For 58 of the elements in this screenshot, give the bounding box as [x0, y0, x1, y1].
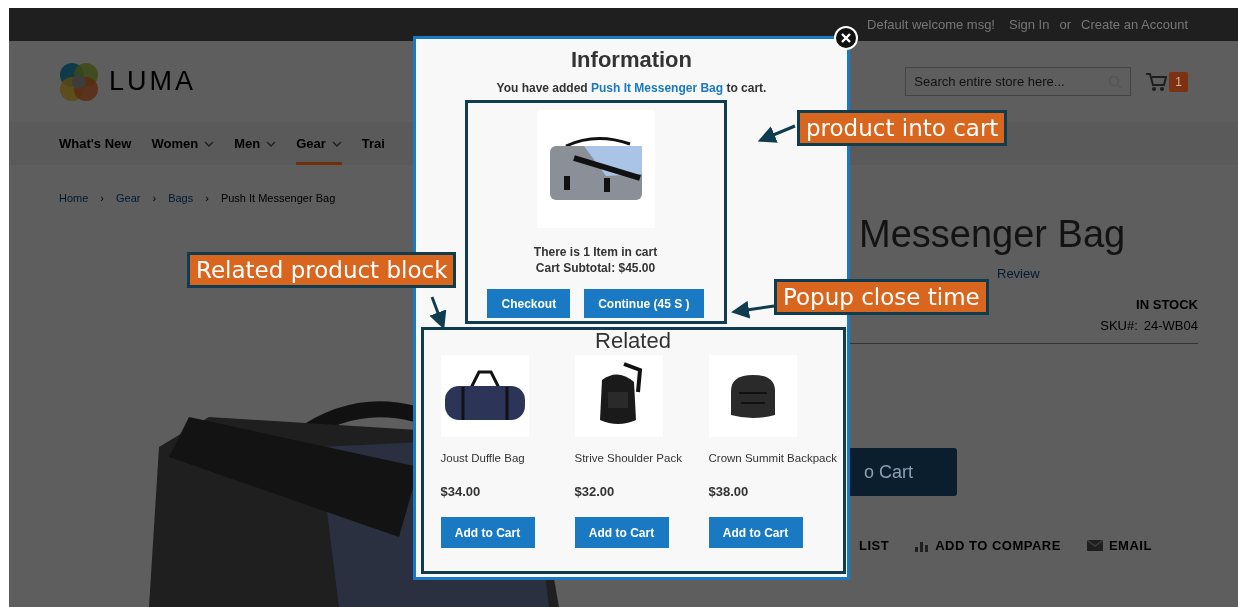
breadcrumb-link[interactable]: Home — [59, 192, 89, 204]
product-link[interactable]: Push It Messenger Bag — [591, 81, 724, 95]
product-price: $38.00 — [708, 484, 749, 499]
product-image[interactable] — [440, 355, 529, 437]
product-name[interactable]: Joust Duffle Bag — [440, 452, 525, 464]
action-link[interactable]: LIST — [859, 538, 890, 553]
callout-arrow — [757, 124, 796, 143]
search-field[interactable]: Search entire store here... — [905, 67, 1132, 96]
create-account-link[interactable]: Create an Account — [1081, 17, 1188, 32]
callout-label: Popup close time — [774, 279, 989, 315]
cart-count-badge: 1 — [1169, 71, 1188, 92]
action-link[interactable]: ADD TO COMPARE — [935, 538, 1061, 553]
breadcrumb-current: Push It Messenger Bag — [220, 192, 336, 204]
breadcrumb-separator: › — [152, 192, 157, 204]
stock-status: IN STOCK — [1136, 297, 1198, 312]
callout-arrow — [731, 300, 775, 319]
sku-label: SKU#: — [1100, 318, 1138, 333]
cart-summary-text: There is 1 Item in cart — [533, 244, 658, 260]
product-title: Messenger Bag — [858, 213, 1127, 256]
added-message: You have added Push It Messenger Bag to cart. — [496, 81, 767, 95]
popup-title: Information — [571, 47, 692, 73]
related-title: Related — [595, 330, 671, 352]
chevron-down-icon — [204, 140, 215, 147]
callout-label: Related product block — [187, 252, 457, 288]
nav-item[interactable]: Trai — [361, 122, 385, 165]
separator-text: or — [1059, 17, 1072, 32]
product-name[interactable]: Strive Shoulder Pack — [574, 452, 682, 464]
cart-icon[interactable] — [1145, 71, 1168, 92]
add-to-cart-button[interactable]: Add to Cart — [440, 517, 535, 548]
nav-item[interactable]: Men — [234, 122, 277, 165]
popup-button[interactable]: Continue (45 S ) — [584, 289, 704, 318]
sign-in-link[interactable]: Sign In — [1009, 17, 1050, 32]
breadcrumb-separator: › — [205, 192, 209, 204]
logo-text[interactable]: LUMA — [109, 66, 196, 97]
nav-item[interactable]: Gear — [296, 122, 342, 165]
cart-summary-text: Cart Subtotal: $45.00 — [534, 260, 657, 276]
product-image[interactable] — [574, 355, 663, 437]
product-image[interactable] — [708, 355, 797, 437]
breadcrumb-link[interactable]: Gear — [116, 192, 141, 204]
product-price: $32.00 — [574, 484, 615, 499]
logo-icon — [59, 61, 99, 102]
close-icon — [841, 33, 851, 43]
nav-item[interactable]: Women — [151, 122, 215, 165]
breadcrumb-link[interactable]: Bags — [168, 192, 194, 204]
add-to-cart-button[interactable]: Add to Cart — [574, 517, 669, 548]
product-price: $34.00 — [440, 484, 481, 499]
envelope-icon — [1086, 540, 1103, 551]
chevron-down-icon — [266, 140, 277, 147]
action-link[interactable]: EMAIL — [1108, 538, 1152, 553]
chevron-down-icon — [331, 140, 342, 147]
nav-item[interactable]: What's New — [59, 122, 132, 165]
bar-chart-icon — [915, 539, 930, 552]
sku-value: 24-WB04 — [1143, 318, 1198, 333]
callout-label: product into cart — [797, 110, 1008, 146]
breadcrumb-separator: › — [100, 192, 104, 204]
welcome-message: Default welcome msg! — [867, 17, 995, 32]
add-to-cart-button[interactable]: Add to Cart — [708, 517, 803, 548]
popup-button[interactable]: Checkout — [487, 289, 571, 318]
